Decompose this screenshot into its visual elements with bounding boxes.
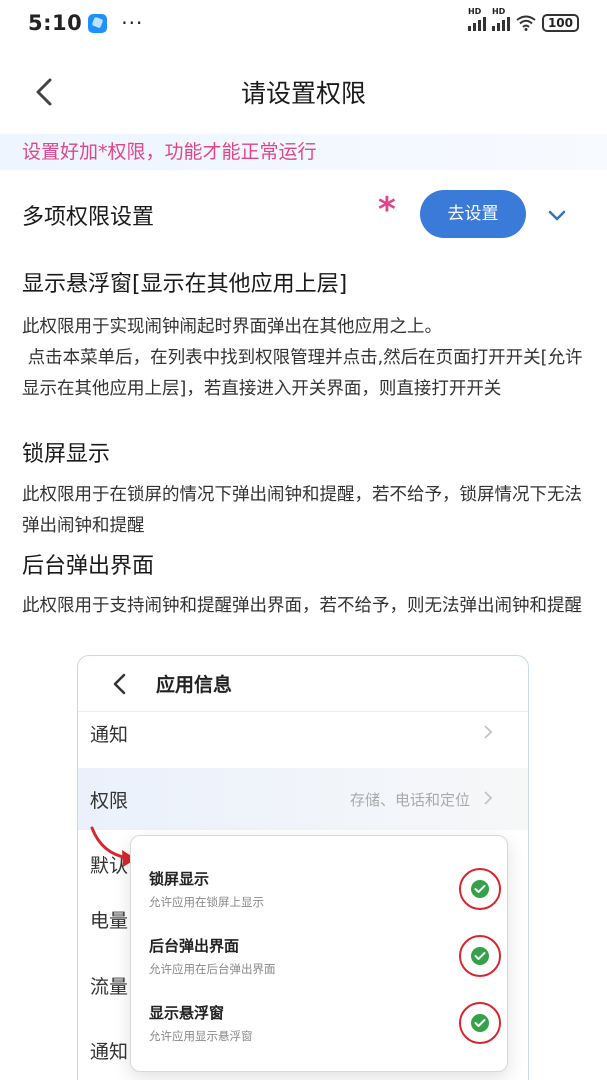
notice-banner: 设置好加*权限，功能才能正常运行	[0, 134, 607, 170]
illustration-row-permissions: 权限 存储、电话和定位	[78, 768, 528, 830]
popup-item-lockscreen: 锁屏显示 允许应用在锁屏上显示	[149, 862, 501, 922]
highlight-circle	[459, 1002, 501, 1044]
signal-icon: HD	[467, 7, 486, 31]
page-header: 请设置权限	[0, 60, 607, 124]
check-icon	[471, 1014, 489, 1032]
status-indicators: HD HD 100	[467, 7, 579, 32]
popup-item-title: 锁屏显示	[149, 870, 210, 888]
chevron-left-icon[interactable]	[28, 74, 64, 110]
chevron-down-icon[interactable]	[546, 204, 568, 226]
illustration-row-label: 电量	[90, 909, 129, 932]
chevron-right-icon	[484, 725, 493, 739]
multi-permission-row: 多项权限设置 * 去设置	[0, 188, 607, 242]
go-settings-button[interactable]: 去设置	[420, 190, 526, 238]
permission-popup: 锁屏显示 允许应用在锁屏上显示 后台弹出界面 允许应用在后台弹出界面 显示悬浮窗…	[130, 835, 508, 1072]
popup-item-title: 显示悬浮窗	[149, 1004, 225, 1022]
battery-icon: 100	[541, 14, 579, 32]
page-title: 请设置权限	[240, 79, 366, 108]
status-time: 5:10	[28, 11, 83, 35]
illustration-row-label: 权限	[90, 789, 129, 812]
section-desc-lockscreen: 此权限用于在锁屏的情况下弹出闹钟和提醒，若不给予，锁屏情况下无法弹出闹钟和提醒	[22, 485, 582, 536]
chevron-right-icon	[484, 791, 493, 805]
popup-item-overlay: 显示悬浮窗 允许应用显示悬浮窗	[149, 996, 501, 1056]
highlight-circle	[459, 935, 501, 977]
section-title-overlay: 显示悬浮窗[显示在其他应用上层]	[22, 272, 348, 297]
highlight-circle	[459, 868, 501, 910]
illustration-row-label: 通知	[90, 723, 129, 746]
popup-item-subtitle: 允许应用显示悬浮窗	[149, 1029, 253, 1043]
illustration-row-label: 流量	[90, 975, 129, 998]
required-asterisk: *	[378, 190, 396, 230]
hd-label: HD	[467, 7, 482, 16]
check-icon	[471, 880, 489, 898]
section-desc-background-popup: 此权限用于支持闹钟和提醒弹出界面，若不给予，则无法弹出闹钟和提醒	[22, 596, 582, 616]
section-title-lockscreen: 锁屏显示	[22, 442, 111, 467]
illustration-title: 应用信息	[156, 674, 233, 696]
multi-permission-label: 多项权限设置	[22, 205, 155, 230]
section-title-background-popup: 后台弹出界面	[22, 554, 155, 579]
app-notification-icon	[88, 13, 108, 33]
wifi-icon	[516, 15, 536, 31]
popup-item-background: 后台弹出界面 允许应用在后台弹出界面	[149, 929, 501, 989]
more-notifications-icon: ···	[121, 11, 144, 35]
check-icon	[471, 947, 489, 965]
section-desc-overlay: 此权限用于实现闹钟闹起时界面弹出在其他应用之上。 点击本菜单后，在列表中找到权限…	[22, 317, 583, 399]
chevron-left-icon	[113, 673, 126, 694]
illustration-row-notify: 通知	[78, 702, 528, 764]
status-bar: 5:10 ··· HD HD 100	[0, 0, 607, 46]
popup-item-subtitle: 允许应用在后台弹出界面	[149, 962, 276, 976]
signal-icon-2: HD	[491, 7, 510, 31]
illustration-row-value: 存储、电话和定位	[349, 790, 470, 809]
popup-item-subtitle: 允许应用在锁屏上显示	[149, 895, 264, 909]
illustration-row-label: 通知	[90, 1040, 129, 1063]
popup-item-title: 后台弹出界面	[149, 937, 240, 955]
hd-label-2: HD	[491, 7, 506, 16]
